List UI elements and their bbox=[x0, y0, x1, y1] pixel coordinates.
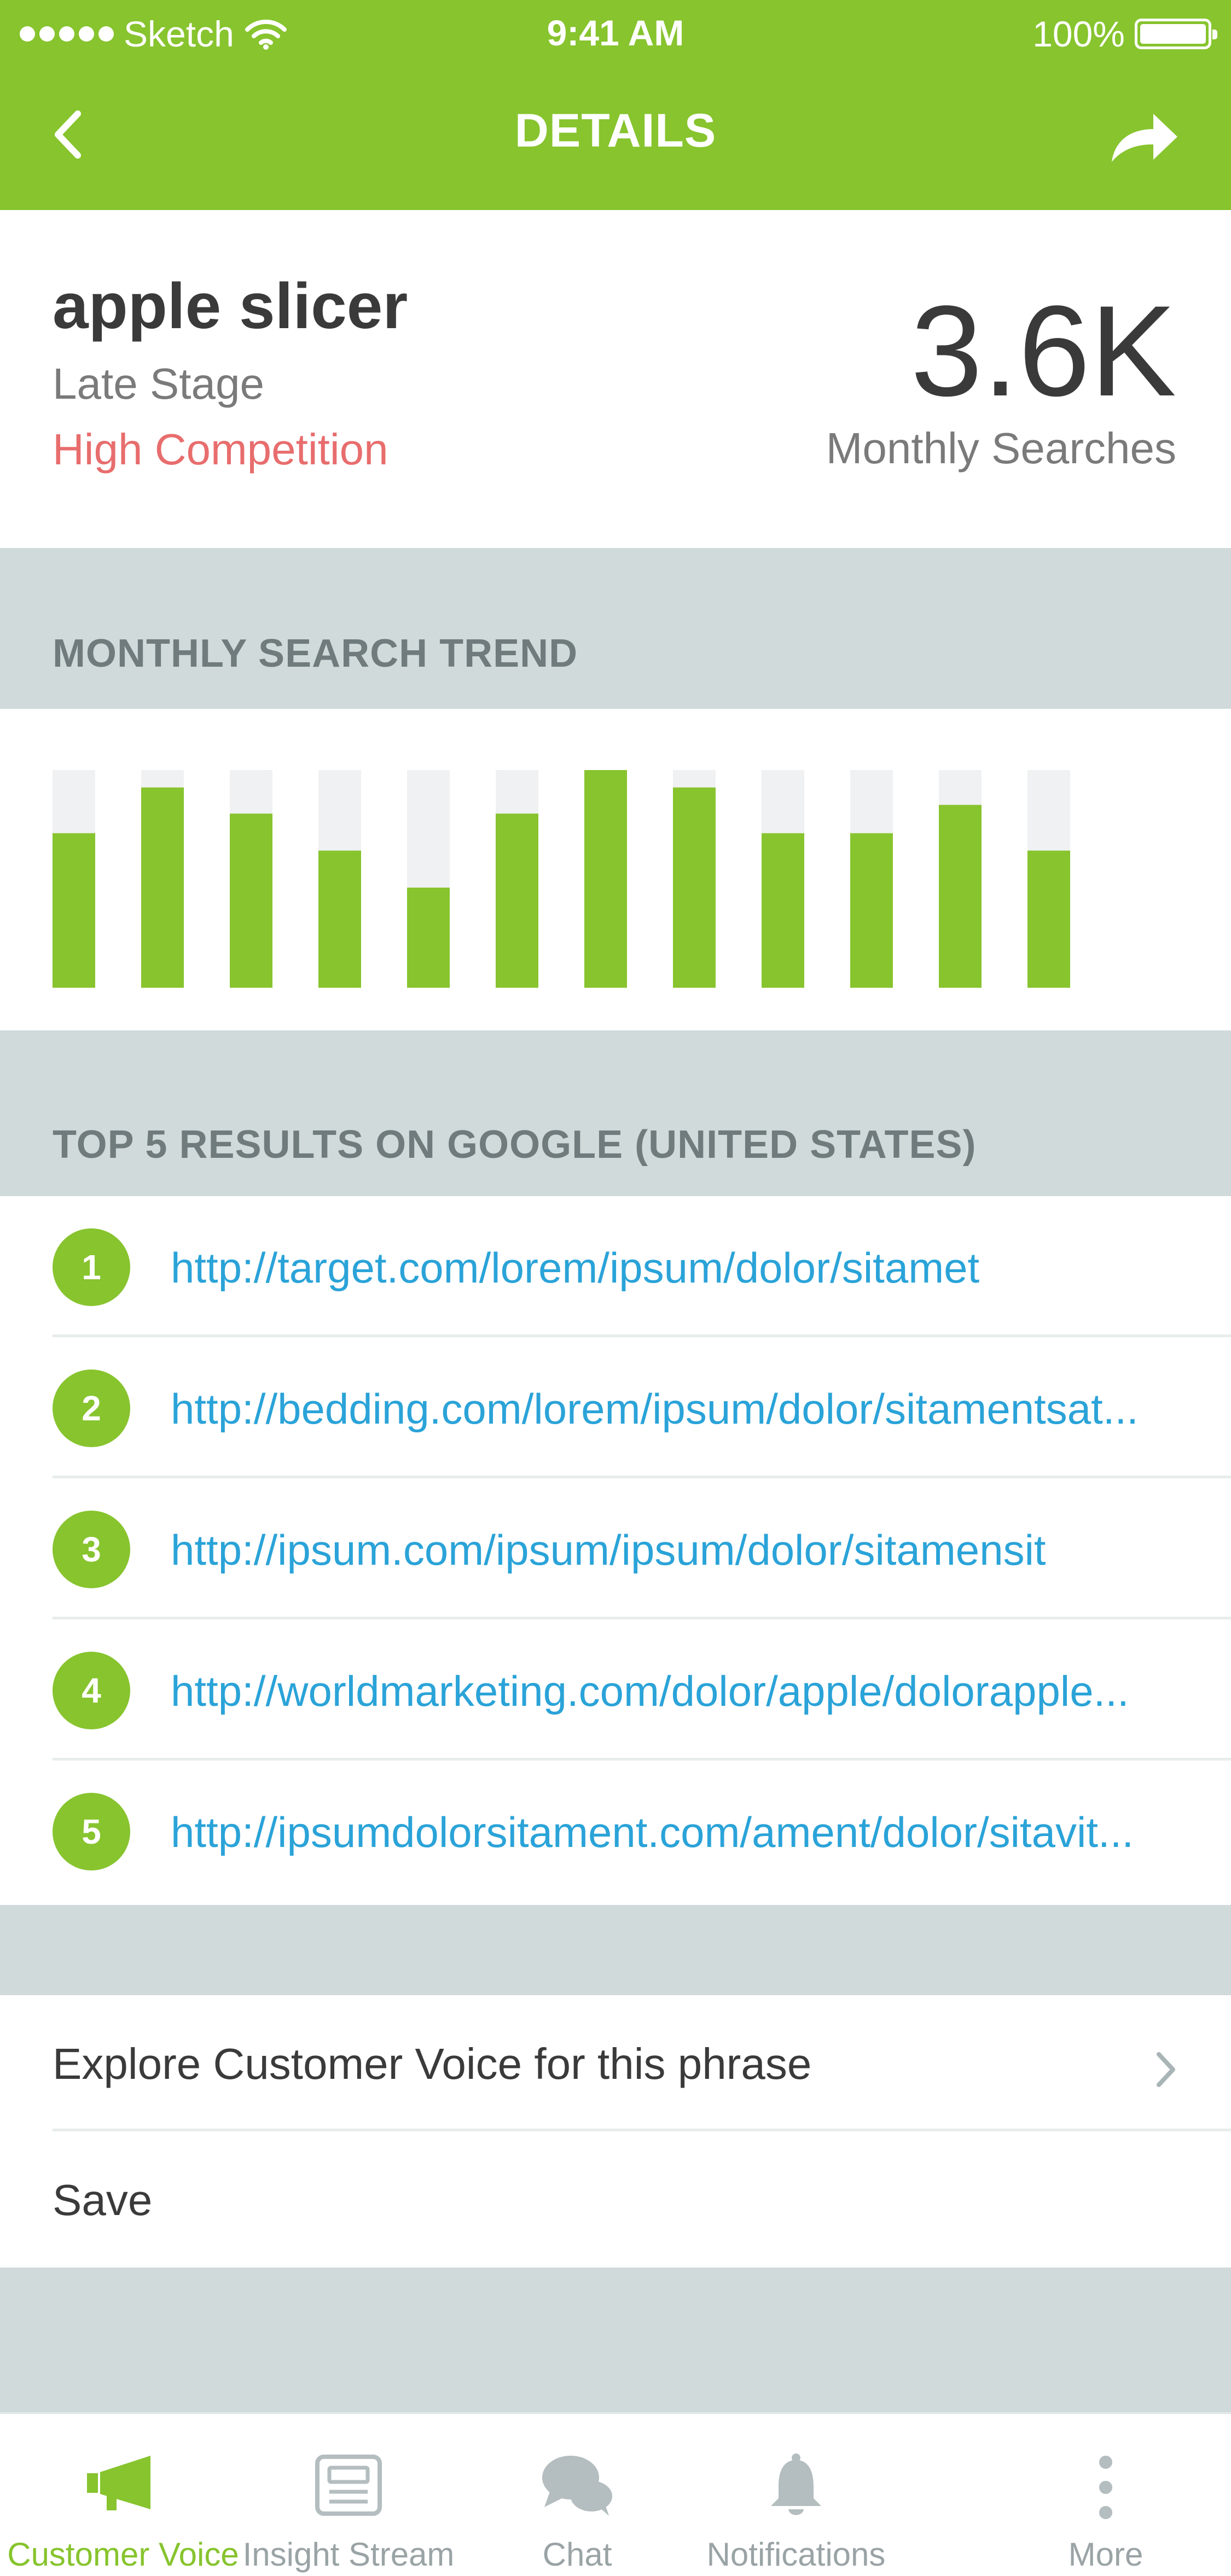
battery-percent: 100% bbox=[1032, 14, 1125, 54]
header-bar: Sketch 9:41 AM 100% DETAILS bbox=[0, 0, 1231, 210]
result-link[interactable]: http://worldmarketing.com/dolor/apple/do… bbox=[171, 1666, 1205, 1716]
status-bar: Sketch 9:41 AM 100% bbox=[0, 0, 1231, 66]
trend-section-header: MONTHLY SEARCH TREND bbox=[0, 548, 1231, 709]
tab-bar: Customer Voice Insight Stream Chat Notif… bbox=[0, 2412, 1231, 2576]
rank-badge: 4 bbox=[53, 1652, 130, 1729]
tab-notifications[interactable]: Notifications bbox=[673, 2414, 919, 2576]
trend-bar bbox=[939, 805, 982, 988]
trend-bar bbox=[53, 833, 95, 988]
result-link[interactable]: http://ipsum.com/ipsum/ipsum/dolor/sitam… bbox=[171, 1525, 1205, 1575]
share-button[interactable] bbox=[1105, 107, 1182, 167]
status-right: 100% bbox=[1032, 13, 1217, 55]
chat-bubbles-icon bbox=[542, 2456, 612, 2516]
tab-chat[interactable]: Chat bbox=[454, 2414, 700, 2576]
more-vertical-icon bbox=[1099, 2456, 1112, 2519]
tab-label: More bbox=[1068, 2536, 1143, 2573]
tab-icon-wrap bbox=[673, 2452, 919, 2523]
page-title: DETAILS bbox=[514, 104, 717, 157]
search-trend-chart bbox=[0, 709, 1231, 1030]
chevron-right-icon bbox=[1157, 2052, 1175, 2087]
monthly-searches-label: Monthly Searches bbox=[826, 424, 1176, 473]
trend-section-title: MONTHLY SEARCH TREND bbox=[53, 632, 578, 675]
rank-badge: 5 bbox=[53, 1793, 130, 1870]
trend-bar bbox=[762, 833, 804, 988]
results-section-title: TOP 5 RESULTS ON GOOGLE (UNITED STATES) bbox=[53, 1123, 977, 1167]
tab-label: Insight Stream bbox=[242, 2536, 455, 2573]
tab-label: Customer Voice bbox=[7, 2536, 239, 2573]
megaphone-icon bbox=[87, 2456, 150, 2510]
trend-chart-svg bbox=[53, 770, 1070, 988]
trend-bar bbox=[673, 787, 716, 988]
result-row-2[interactable]: 2 http://bedding.com/lorem/ipsum/dolor/s… bbox=[0, 1337, 1231, 1478]
actions-list: Explore Customer Voice for this phrase S… bbox=[0, 1995, 1231, 2268]
trend-bar bbox=[496, 813, 538, 988]
stage-label: Late Stage bbox=[53, 359, 264, 408]
save-row[interactable]: Save bbox=[0, 2131, 1231, 2268]
trend-bar bbox=[141, 787, 184, 988]
result-row-4[interactable]: 4 http://worldmarketing.com/dolor/apple/… bbox=[0, 1619, 1231, 1761]
nav-bar: DETAILS bbox=[0, 82, 1231, 186]
share-icon bbox=[1112, 114, 1177, 162]
keyword-summary: apple slicer Late Stage High Competition… bbox=[0, 210, 1231, 548]
tab-more[interactable]: More bbox=[1011, 2414, 1231, 2576]
result-row-1[interactable]: 1 http://target.com/lorem/ipsum/dolor/si… bbox=[0, 1196, 1231, 1337]
competition-label: High Competition bbox=[53, 425, 388, 474]
results-section-header: TOP 5 RESULTS ON GOOGLE (UNITED STATES) bbox=[0, 1030, 1231, 1196]
results-list: 1 http://target.com/lorem/ipsum/dolor/si… bbox=[0, 1196, 1231, 1905]
monthly-searches-value: 3.6K bbox=[910, 279, 1176, 423]
battery-icon bbox=[1135, 19, 1217, 49]
newspaper-icon bbox=[315, 2455, 382, 2516]
result-link[interactable]: http://ipsumdolorsitament.com/ament/dolo… bbox=[171, 1808, 1205, 1857]
trend-bar bbox=[230, 813, 272, 988]
bell-icon bbox=[771, 2453, 821, 2515]
keyword-title: apple slicer bbox=[53, 270, 408, 342]
tab-insight-stream[interactable]: Insight Stream bbox=[225, 2414, 472, 2576]
explore-customer-voice-label: Explore Customer Voice for this phrase bbox=[53, 2039, 812, 2088]
tab-icon-wrap bbox=[0, 2452, 246, 2523]
rank-badge: 3 bbox=[53, 1511, 130, 1588]
trend-bar bbox=[1027, 850, 1070, 988]
rank-badge: 2 bbox=[53, 1369, 130, 1447]
trend-bar bbox=[318, 850, 361, 988]
tab-customer-voice[interactable]: Customer Voice bbox=[0, 2414, 246, 2576]
trend-bar bbox=[850, 833, 893, 988]
trend-bar bbox=[584, 770, 627, 988]
result-link[interactable]: http://target.com/lorem/ipsum/dolor/sita… bbox=[171, 1243, 1205, 1293]
result-row-3[interactable]: 3 http://ipsum.com/ipsum/ipsum/dolor/sit… bbox=[0, 1478, 1231, 1619]
trend-bar bbox=[407, 887, 450, 988]
result-link[interactable]: http://bedding.com/lorem/ipsum/dolor/sit… bbox=[171, 1384, 1205, 1434]
tab-label: Chat bbox=[542, 2536, 612, 2573]
tab-icon-wrap bbox=[983, 2452, 1229, 2523]
tab-icon-wrap bbox=[225, 2452, 472, 2523]
rank-badge: 1 bbox=[53, 1228, 130, 1306]
explore-customer-voice-row[interactable]: Explore Customer Voice for this phrase bbox=[0, 1995, 1231, 2131]
save-label: Save bbox=[53, 2176, 153, 2224]
tab-icon-wrap bbox=[454, 2452, 700, 2523]
result-row-5[interactable]: 5 http://ipsumdolorsitament.com/ament/do… bbox=[0, 1761, 1231, 1902]
tab-label: Notifications bbox=[706, 2536, 886, 2573]
